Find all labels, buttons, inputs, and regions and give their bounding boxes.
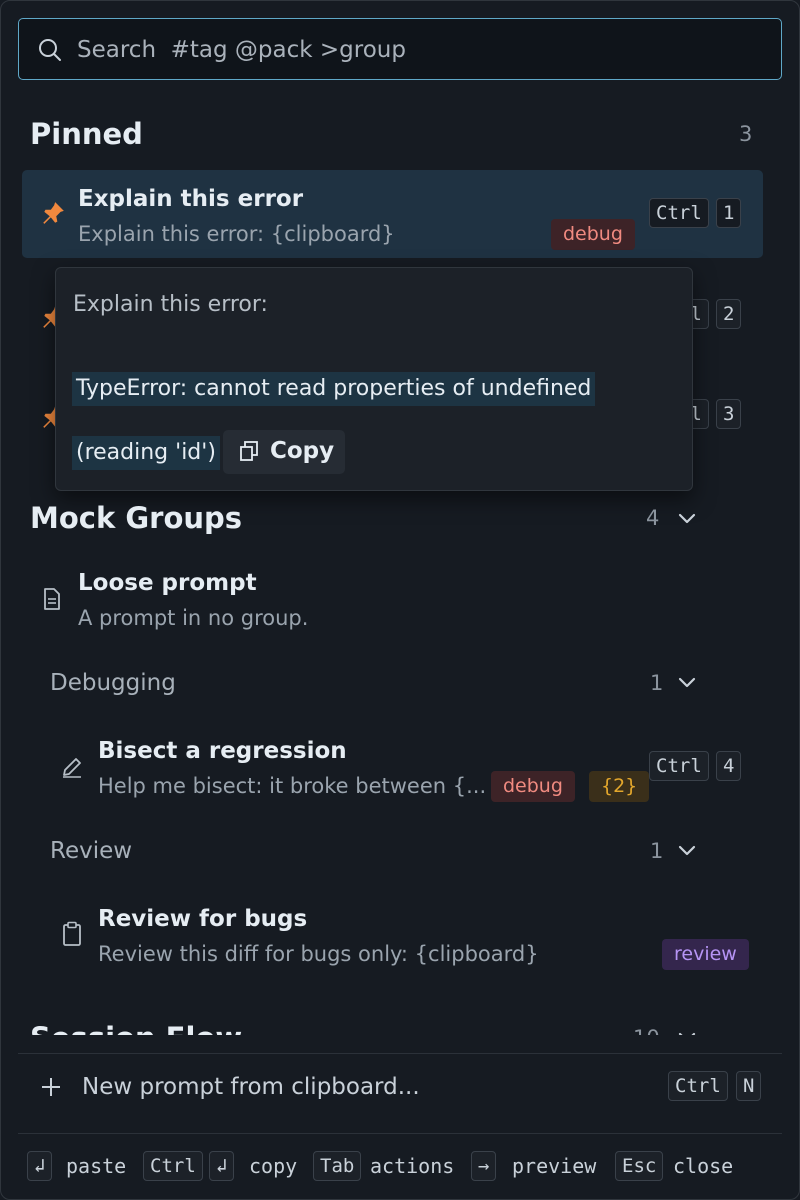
preview-tooltip: Explain this error: TypeError: cannot re… xyxy=(55,267,693,491)
hint-key-enter: ↲ xyxy=(27,1151,53,1181)
shortcut-key-ctrl: Ctrl xyxy=(649,751,709,781)
section-title-pinned: Pinned xyxy=(30,117,143,151)
hint-key-ctrl: Ctrl xyxy=(143,1151,203,1181)
divider xyxy=(18,1053,782,1054)
prompt-title: Loose prompt xyxy=(78,570,257,596)
shortcut-key-1: 1 xyxy=(716,198,742,228)
prompt-row-loose[interactable]: Loose prompt A prompt in no group. xyxy=(22,563,763,643)
preview-highlight-line: TypeError: cannot read properties of und… xyxy=(72,372,596,406)
prompt-title: Bisect a regression xyxy=(98,738,347,764)
shortcut-key-4: 4 xyxy=(716,751,742,781)
section-session-flow: Session Flow 10 xyxy=(1,1019,800,1035)
hint-key-esc: Esc xyxy=(615,1151,664,1181)
preview-line: Explain this error: xyxy=(73,292,268,317)
hint-key-right-arrow: → xyxy=(471,1151,497,1181)
section-count-pinned: 3 xyxy=(739,122,753,146)
prompt-row-review-bugs[interactable]: Review for bugs Review this diff for bug… xyxy=(42,899,763,979)
prompt-title: Review for bugs xyxy=(98,906,308,932)
group-title-review[interactable]: Review xyxy=(50,838,132,864)
hint-paste: paste xyxy=(66,1154,127,1178)
group-count-debugging: 1 xyxy=(650,671,664,695)
prompt-description: A prompt in no group. xyxy=(78,606,309,630)
clipboard-icon xyxy=(63,921,81,946)
shortcut-key-3: 3 xyxy=(716,399,742,429)
chevron-down-icon[interactable] xyxy=(677,1027,697,1035)
group-title-debugging[interactable]: Debugging xyxy=(50,670,176,696)
plus-icon xyxy=(42,1078,60,1096)
prompt-row-explain-error[interactable]: Explain this error Explain this error: {… xyxy=(22,170,763,258)
hint-close: close xyxy=(673,1154,734,1178)
divider xyxy=(18,1133,782,1134)
tag-debug[interactable]: debug xyxy=(551,219,635,250)
variable-count-badge: {2} xyxy=(589,771,650,802)
hint-key-tab: Tab xyxy=(313,1151,362,1181)
preview-highlight-line: (reading 'id') xyxy=(72,436,220,470)
prompt-row-bisect[interactable]: Bisect a regression Help me bisect: it b… xyxy=(42,731,763,811)
search-box[interactable] xyxy=(18,18,782,80)
section-count-mock-groups: 4 xyxy=(646,506,660,530)
tag-review[interactable]: review xyxy=(662,939,749,970)
new-prompt-button[interactable]: New prompt from clipboard... Ctrl N xyxy=(18,1061,782,1117)
command-palette: Pinned 3 Explain this error Explain this… xyxy=(0,0,800,1200)
hint-copy: copy xyxy=(249,1154,298,1178)
copy-icon xyxy=(240,441,258,461)
keyboard-hints-footer: ↲ paste Ctrl ↲ copy Tab actions → previe… xyxy=(27,1151,787,1183)
document-icon xyxy=(44,588,60,610)
prompt-description: Review this diff for bugs only: {clipboa… xyxy=(98,942,539,966)
new-prompt-label: New prompt from clipboard... xyxy=(82,1074,420,1100)
section-count-session-flow: 10 xyxy=(633,1026,660,1035)
search-icon xyxy=(39,39,61,61)
group-count-review: 1 xyxy=(650,839,664,863)
tag-debug[interactable]: debug xyxy=(491,771,575,802)
copy-button[interactable]: Copy xyxy=(223,430,345,474)
pin-icon xyxy=(43,202,64,224)
shortcut-key-ctrl: Ctrl xyxy=(668,1071,728,1101)
hint-actions: actions xyxy=(370,1154,455,1178)
copy-label: Copy xyxy=(270,438,335,464)
search-input[interactable] xyxy=(75,31,769,69)
chevron-down-icon[interactable] xyxy=(677,672,697,692)
section-title-mock-groups: Mock Groups xyxy=(30,501,243,535)
prompt-description: Help me bisect: it broke between {... xyxy=(98,774,487,798)
chevron-down-icon[interactable] xyxy=(677,840,697,860)
prompt-description: Explain this error: {clipboard} xyxy=(78,222,395,246)
pencil-icon xyxy=(63,758,81,778)
chevron-down-icon[interactable] xyxy=(677,508,697,528)
hint-key-enter: ↲ xyxy=(209,1151,235,1181)
hint-preview: preview xyxy=(512,1154,597,1178)
prompt-title: Explain this error xyxy=(78,186,304,212)
section-title-session-flow: Session Flow xyxy=(30,1021,242,1035)
shortcut-key-ctrl: Ctrl xyxy=(649,198,709,228)
shortcut-key-2: 2 xyxy=(716,299,742,329)
shortcut-key-n: N xyxy=(736,1071,762,1101)
